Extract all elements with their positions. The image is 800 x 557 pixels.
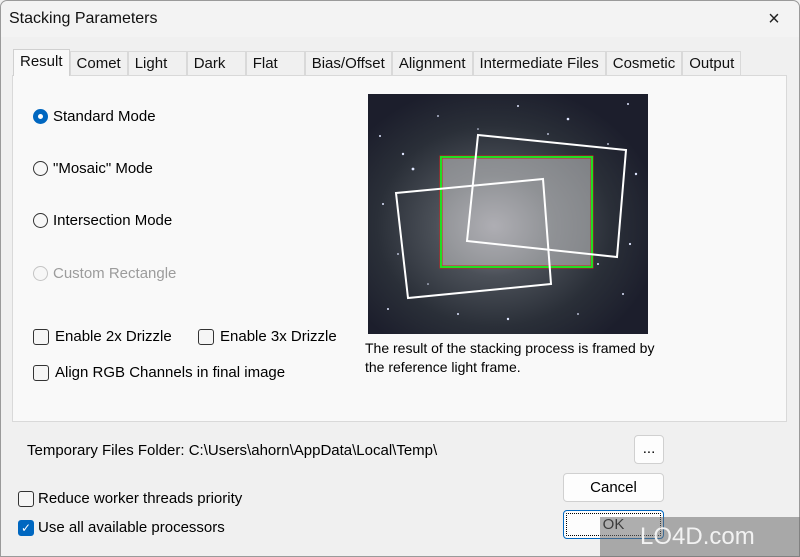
window-title: Stacking Parameters: [9, 10, 158, 27]
temporary-files-folder: Temporary Files Folder: C:\Users\ahorn\A…: [27, 442, 437, 459]
watermark: LO4D.com: [600, 517, 800, 557]
stacking-parameters-dialog: Stacking Parameters × Result Comet Light…: [0, 0, 800, 557]
checkbox-indicator: [18, 490, 34, 507]
intersection-mode-radio[interactable]: Intersection Mode: [33, 212, 172, 229]
enable-2x-drizzle-label: Enable 2x Drizzle: [55, 328, 172, 345]
preview-caption: The result of the stacking process is fr…: [365, 340, 655, 375]
enable-3x-drizzle-checkbox[interactable]: Enable 3x Drizzle: [198, 328, 337, 345]
radio-indicator: [33, 266, 48, 281]
tab-comet[interactable]: Comet: [69, 51, 128, 75]
checkbox-indicator: [198, 328, 214, 345]
mosaic-mode-radio[interactable]: "Mosaic" Mode: [33, 160, 153, 177]
galaxy-preview-svg: [368, 94, 648, 334]
tab-light[interactable]: Light: [127, 51, 187, 75]
tab-alignment[interactable]: Alignment: [391, 51, 473, 75]
align-rgb-channels-label: Align RGB Channels in final image: [55, 364, 286, 381]
tab-bias-offset[interactable]: Bias/Offset: [304, 51, 392, 75]
intersection-mode-label: Intersection Mode: [53, 212, 173, 229]
custom-rectangle-radio: Custom Rectangle: [33, 265, 176, 282]
use-all-processors-label: Use all available processors: [38, 519, 225, 536]
align-rgb-channels-checkbox[interactable]: Align RGB Channels in final image: [33, 364, 285, 381]
use-all-processors-checkbox[interactable]: ✓ Use all available processors: [18, 519, 225, 536]
tab-intermediate-files[interactable]: Intermediate Files: [472, 51, 606, 75]
title-bar: Stacking Parameters ×: [1, 1, 799, 37]
radio-indicator: [33, 109, 48, 124]
reduce-worker-threads-checkbox[interactable]: Reduce worker threads priority: [18, 490, 242, 507]
tab-result[interactable]: Result: [13, 49, 70, 76]
tab-output[interactable]: Output: [682, 51, 742, 75]
custom-rectangle-label: Custom Rectangle: [53, 265, 177, 282]
browse-folder-button[interactable]: ...: [634, 435, 664, 464]
enable-2x-drizzle-checkbox[interactable]: Enable 2x Drizzle: [33, 328, 172, 345]
tab-dark[interactable]: Dark: [186, 51, 246, 75]
checkbox-indicator: [33, 328, 49, 345]
tab-strip: Result Comet Light Dark Flat Bias/Offset…: [13, 49, 742, 76]
close-icon[interactable]: ×: [759, 8, 789, 30]
reduce-worker-threads-label: Reduce worker threads priority: [38, 490, 243, 507]
reference-frame-edge: [439, 155, 594, 269]
checkmark-icon: ✓: [18, 519, 34, 536]
radio-indicator: [33, 161, 48, 176]
radio-indicator: [33, 213, 48, 228]
tab-cosmetic[interactable]: Cosmetic: [605, 51, 683, 75]
tab-flat[interactable]: Flat: [245, 51, 305, 75]
temp-folder-path: C:\Users\ahorn\AppData\Local\Temp\: [188, 442, 438, 459]
checkbox-indicator: [33, 364, 49, 381]
standard-mode-label: Standard Mode: [53, 108, 156, 125]
standard-mode-radio[interactable]: Standard Mode: [33, 108, 156, 125]
cancel-button[interactable]: Cancel: [563, 473, 664, 502]
enable-3x-drizzle-label: Enable 3x Drizzle: [220, 328, 337, 345]
result-tab-panel: Standard Mode "Mosaic" Mode Intersection…: [12, 75, 787, 422]
stacking-preview-image: [368, 94, 648, 334]
mosaic-mode-label: "Mosaic" Mode: [53, 160, 153, 177]
temp-folder-label: Temporary Files Folder:: [27, 442, 185, 459]
